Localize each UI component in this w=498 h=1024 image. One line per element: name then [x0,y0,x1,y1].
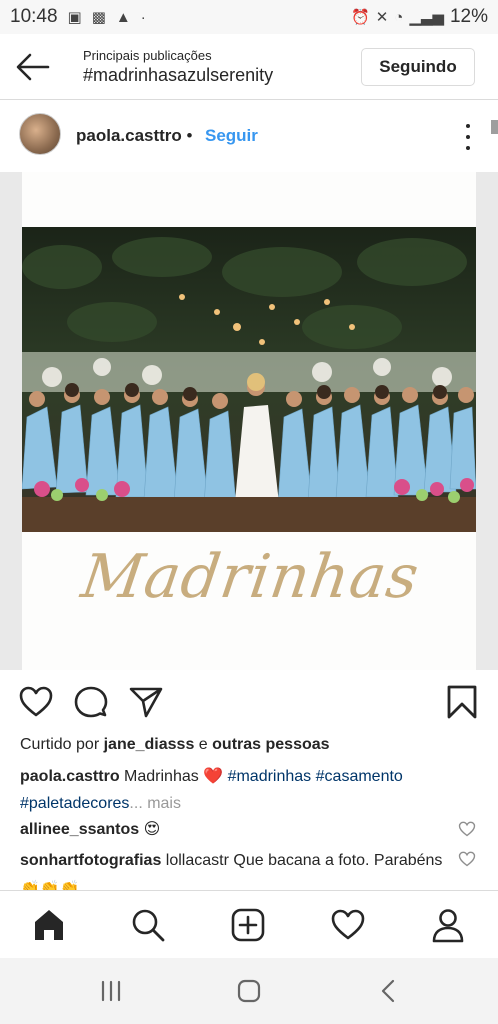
post-actions [0,680,498,728]
tab-new-post[interactable] [230,907,266,943]
red-heart-emoji: ❤️ [203,768,224,785]
comment-item: allinee_ssantos 😍 [20,815,450,844]
comment-like-heart-icon[interactable] [458,850,476,868]
more-options-icon[interactable] [464,124,472,150]
comment-text: 😍 [143,821,161,838]
status-bar: 10:48 ▣ ▩ ▲ · ⏰ ✕ ◔ ▁▃▅ 12% [0,0,498,34]
tab-activity[interactable] [330,907,366,943]
activity-icon [331,909,365,940]
likes-connector: e [198,736,208,753]
back-button[interactable] [14,50,52,84]
more-link[interactable]: ... mais [129,795,181,812]
follow-link[interactable]: Seguir [205,126,258,146]
save-button[interactable] [444,684,480,720]
app-header: Principais publicações #madrinhasazulser… [0,34,498,100]
tab-profile[interactable] [430,907,466,943]
caption-user[interactable]: paola.casttro [20,768,120,785]
battery-percent: 12% [449,6,488,27]
back-arrow-icon [16,53,50,81]
back-system-icon[interactable] [374,978,404,1004]
avatar[interactable] [19,113,61,155]
scrollbar[interactable] [491,120,498,134]
dot-icon: · [140,8,146,26]
post-caption: paola.casttro Madrinhas ❤️ #madrinhas #c… [20,763,490,817]
bottom-tab-bar [0,890,498,958]
tab-home[interactable] [31,907,67,943]
hashtag-paletadecores[interactable]: #paletadecores [20,795,129,812]
following-button[interactable]: Seguindo [361,48,475,86]
image-icon: ▩ [91,9,106,26]
post-username-text: paola.casttro [76,126,182,145]
comment-user[interactable]: sonhartfotografias [20,852,161,869]
madrinhas-script: Madrinhas [77,542,424,612]
post-image[interactable]: Madrinhas [0,172,498,670]
bridesmaids-photo [22,227,476,532]
separator-dot: • [186,126,193,145]
tab-search[interactable] [130,907,166,943]
wifi-icon: ◔ [394,8,404,26]
status-time: 10:48 [10,6,58,27]
recent-apps-icon[interactable] [96,978,126,1004]
caption-text: Madrinhas [124,768,199,785]
home-system-icon[interactable] [234,978,264,1004]
likes-others[interactable]: outras pessoas [212,736,329,753]
new-post-icon [231,908,265,942]
likes-user[interactable]: jane_diasss [104,736,195,753]
hashtag-title: #madrinhasazulserenity [83,65,274,85]
search-icon [132,909,165,942]
header-subtitle: Principais publicações [83,48,212,63]
comment-item: sonhartfotografias lollacastr Que bacana… [20,846,450,890]
alarm-icon: ⏰ [351,9,370,26]
bookmark-icon [447,685,477,719]
gallery-icon: ▣ [67,9,82,26]
post-username[interactable]: paola.casttro • [76,126,193,146]
mute-icon: ✕ [375,9,389,26]
share-icon [129,687,163,718]
system-nav-bar [0,958,498,1024]
likes-summary[interactable]: Curtido por jane_diasss e outras pessoas [20,736,330,754]
post-header: paola.casttro • Seguir [0,100,498,172]
likes-prefix: Curtido por [20,736,100,753]
hashtag-madrinhas[interactable]: #madrinhas [228,768,312,785]
warning-icon: ▲ [115,8,131,26]
like-button[interactable] [18,684,54,720]
comment-button[interactable] [73,684,109,720]
comment-user[interactable]: allinee_ssantos [20,821,139,838]
share-button[interactable] [128,684,164,720]
heart-icon [19,686,53,717]
signal-icon: ▁▃▅ [409,9,444,26]
hashtag-casamento[interactable]: #casamento [316,768,403,785]
comment-like-heart-icon[interactable] [458,820,476,838]
profile-icon [432,909,464,943]
home-icon [35,910,63,940]
comment-icon [74,686,108,718]
